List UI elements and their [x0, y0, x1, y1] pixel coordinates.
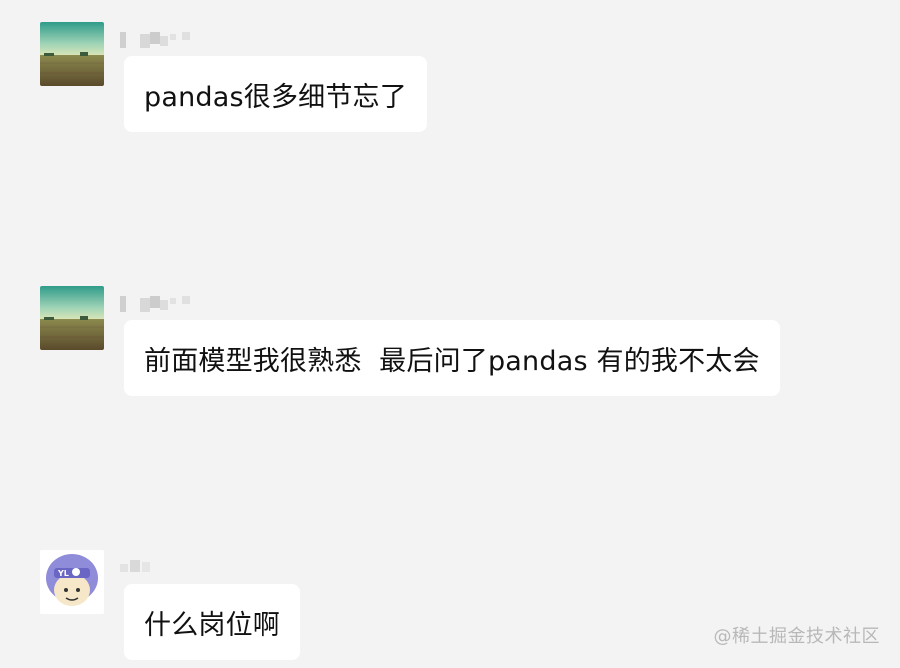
watermark-text: @稀土掘金技术社区	[713, 626, 880, 647]
sender-name-blurred	[118, 556, 158, 576]
sender-name-blurred	[118, 30, 198, 50]
message-text: pandas很多细节忘了	[144, 81, 407, 113]
landscape-avatar-icon[interactable]	[40, 286, 104, 350]
message-bubble[interactable]: 前面模型我很熟悉 最后问了pandas 有的我不太会	[124, 320, 780, 396]
message-text: 前面模型我很熟悉 最后问了pandas 有的我不太会	[144, 345, 760, 377]
svg-text:YL: YL	[57, 569, 69, 578]
landscape-avatar-icon[interactable]	[40, 22, 104, 86]
message-bubble[interactable]: pandas很多细节忘了	[124, 56, 427, 132]
message-text: 什么岗位啊	[144, 609, 280, 641]
sender-name-blurred	[118, 294, 198, 314]
cartoon-helmet-avatar-icon[interactable]: YL	[40, 550, 104, 614]
message-bubble[interactable]: 什么岗位啊	[124, 584, 300, 660]
